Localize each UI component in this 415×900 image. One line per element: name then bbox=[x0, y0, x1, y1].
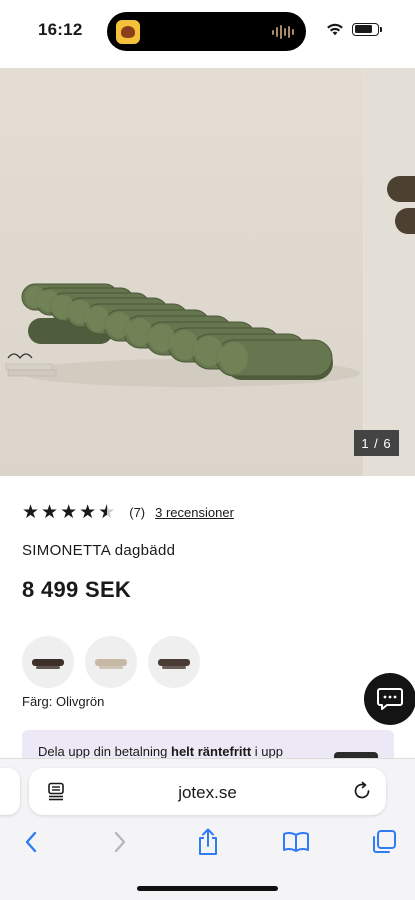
color-swatch-1[interactable] bbox=[22, 636, 74, 688]
color-swatch-2[interactable] bbox=[85, 636, 137, 688]
product-image-gallery[interactable]: 1 / 6 bbox=[0, 68, 415, 476]
chat-button[interactable] bbox=[364, 673, 415, 725]
payment-banner-text: Dela upp din betalning helt räntefritt i… bbox=[38, 744, 283, 759]
daybed-illustration bbox=[5, 283, 360, 387]
rating-row: ★ ★ ★ ★ ★ (7) 3 recensioner bbox=[22, 503, 234, 522]
product-image[interactable] bbox=[0, 68, 363, 476]
audio-waveform-icon bbox=[272, 24, 294, 40]
star-icon: ★ bbox=[79, 502, 97, 523]
color-swatch-3[interactable] bbox=[148, 636, 200, 688]
forward-button[interactable] bbox=[105, 827, 135, 857]
star-icon: ★ bbox=[22, 502, 40, 523]
live-activity-app-icon bbox=[116, 20, 140, 44]
status-time: 16:12 bbox=[38, 20, 83, 39]
star-icon: ★ bbox=[41, 502, 59, 523]
battery-icon bbox=[352, 22, 382, 36]
chevron-left-icon bbox=[25, 831, 37, 853]
status-icons bbox=[326, 22, 382, 36]
rating-stars: ★ ★ ★ ★ ★ bbox=[22, 503, 115, 522]
tabs-icon bbox=[373, 830, 396, 853]
product-name: SIMONETTA dagbädd bbox=[22, 542, 176, 559]
star-icon: ★ bbox=[60, 502, 78, 523]
gallery-counter: 1 / 6 bbox=[354, 430, 399, 456]
product-price: 8 499 SEK bbox=[22, 577, 132, 602]
next-product-image-preview[interactable] bbox=[365, 68, 415, 476]
reload-icon[interactable] bbox=[352, 781, 372, 801]
home-indicator[interactable] bbox=[137, 886, 278, 891]
tabs-button[interactable] bbox=[369, 827, 399, 857]
chat-bubble-icon bbox=[377, 688, 403, 710]
status-bar: 16:12 bbox=[0, 0, 415, 68]
selected-color-label: Färg: Olivgrön bbox=[22, 694, 105, 709]
swatch-dark-brown-2 bbox=[158, 658, 190, 669]
rating-count: (7) bbox=[129, 505, 146, 520]
browser-toolbar bbox=[0, 825, 415, 859]
swatch-dark-brown bbox=[32, 658, 64, 669]
share-button[interactable] bbox=[193, 827, 223, 857]
swatch-beige bbox=[95, 658, 127, 669]
share-icon bbox=[199, 828, 217, 855]
wifi-icon bbox=[327, 23, 343, 36]
reviews-link[interactable]: 3 recensioner bbox=[155, 505, 234, 520]
browser-bottom-bar: jotex.se bbox=[0, 758, 415, 900]
previous-tab-address-bar[interactable] bbox=[0, 768, 20, 815]
half-star-icon: ★ bbox=[98, 503, 115, 522]
back-button[interactable] bbox=[16, 827, 46, 857]
bookmarks-button[interactable] bbox=[281, 827, 311, 857]
payment-text-start: Dela upp din betalning bbox=[38, 744, 171, 759]
next-image-illustration bbox=[387, 176, 415, 234]
address-text: jotex.se bbox=[178, 783, 237, 802]
address-bar[interactable]: jotex.se bbox=[29, 768, 386, 815]
payment-text-end: i upp bbox=[251, 744, 283, 759]
payment-text-bold: helt räntefritt bbox=[171, 744, 252, 759]
book-icon bbox=[283, 831, 309, 852]
chevron-right-icon bbox=[114, 831, 126, 853]
dynamic-island[interactable] bbox=[107, 12, 306, 51]
